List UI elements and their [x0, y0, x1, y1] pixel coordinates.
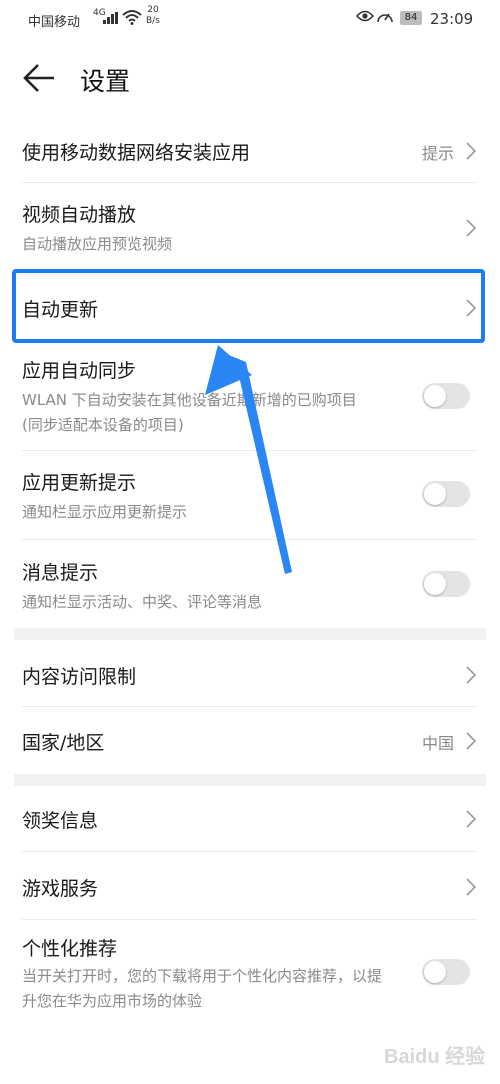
setting-personalized: 个性化推荐 当开关打开时，您的下载将用于个性化内容推荐，以提升您在华为应用市场的…	[22, 928, 478, 1023]
section-gap	[14, 628, 486, 640]
chevron-right-icon	[466, 732, 476, 750]
setting-label: 自动更新	[22, 299, 99, 321]
divider	[22, 851, 478, 852]
setting-auto-update[interactable]: 自动更新	[22, 275, 478, 337]
chevron-right-icon	[466, 142, 476, 160]
setting-auto-sync: 应用自动同步 WLAN 下自动安装在其他设备近期新增的已购项目 (同步适配本设备…	[22, 350, 478, 445]
setting-label: 应用更新提示	[22, 472, 137, 494]
setting-update-notice: 应用更新提示 通知栏显示应用更新提示	[22, 458, 478, 528]
setting-mobile-data-install[interactable]: 使用移动数据网络安装应用 提示	[22, 128, 478, 182]
setting-description: 自动播放应用预览视频	[22, 235, 173, 253]
carrier-label: 中国移动	[28, 15, 81, 30]
divider	[22, 919, 478, 920]
watermark-logo: Baidu 经验	[384, 1046, 486, 1068]
message-notice-toggle[interactable]	[422, 571, 470, 597]
page-title: 设置	[80, 67, 131, 96]
chevron-right-icon	[466, 299, 476, 317]
toggle-knob	[424, 961, 446, 983]
chevron-right-icon	[466, 810, 476, 828]
personalized-toggle[interactable]	[422, 959, 470, 985]
setting-region[interactable]: 国家/地区 中国	[22, 714, 478, 768]
setting-label: 应用自动同步	[22, 360, 137, 382]
toggle-knob	[424, 385, 446, 407]
update-notice-toggle[interactable]	[422, 481, 470, 507]
setting-description: 通知栏显示活动、中奖、评论等消息	[22, 593, 263, 611]
setting-description: 当开关打开时，您的下载将用于个性化内容推荐，以提升您在华为应用市场的体验	[22, 967, 383, 1010]
app-header: 设置	[0, 48, 500, 108]
divider	[22, 539, 478, 540]
setting-label: 领奖信息	[22, 810, 99, 832]
divider	[22, 706, 478, 707]
divider	[22, 182, 478, 183]
setting-content-restriction[interactable]: 内容访问限制	[22, 648, 478, 702]
setting-prize-info[interactable]: 领奖信息	[22, 792, 478, 846]
chevron-right-icon	[466, 219, 476, 237]
section-gap	[14, 774, 486, 786]
wifi-icon	[122, 10, 142, 25]
setting-label: 使用移动数据网络安装应用	[22, 142, 251, 164]
setting-label: 个性化推荐	[22, 938, 118, 960]
setting-label: 国家/地区	[22, 732, 105, 754]
status-bar: 中国移动 4G 20 B/s 84 23:09	[0, 0, 500, 40]
setting-value: 提示	[421, 144, 454, 163]
eye-icon	[356, 10, 374, 22]
battery-indicator: 84	[400, 11, 422, 25]
setting-label: 消息提示	[22, 562, 99, 584]
chevron-right-icon	[466, 666, 476, 684]
signal-icon	[103, 12, 118, 24]
setting-video-autoplay[interactable]: 视频自动播放 自动播放应用预览视频	[22, 190, 478, 260]
toggle-knob	[424, 573, 446, 595]
setting-label: 内容访问限制	[22, 666, 137, 688]
setting-label: 游戏服务	[22, 878, 99, 900]
clock: 23:09	[430, 10, 474, 28]
setting-message-notice: 消息提示 通知栏显示活动、中奖、评论等消息	[22, 548, 478, 618]
setting-game-service[interactable]: 游戏服务	[22, 860, 478, 914]
back-arrow-icon[interactable]	[22, 60, 58, 96]
toggle-knob	[424, 483, 446, 505]
auto-sync-toggle[interactable]	[422, 383, 470, 409]
setting-value: 中国	[421, 734, 454, 753]
setting-description: WLAN 下自动安装在其他设备近期新增的已购项目 (同步适配本设备的项目)	[22, 391, 357, 434]
setting-label: 视频自动播放	[22, 204, 137, 226]
setting-description: 通知栏显示应用更新提示	[22, 503, 188, 521]
gauge-icon	[377, 13, 393, 23]
divider	[22, 450, 478, 451]
network-speed: 20 B/s	[146, 5, 160, 26]
chevron-right-icon	[466, 878, 476, 896]
